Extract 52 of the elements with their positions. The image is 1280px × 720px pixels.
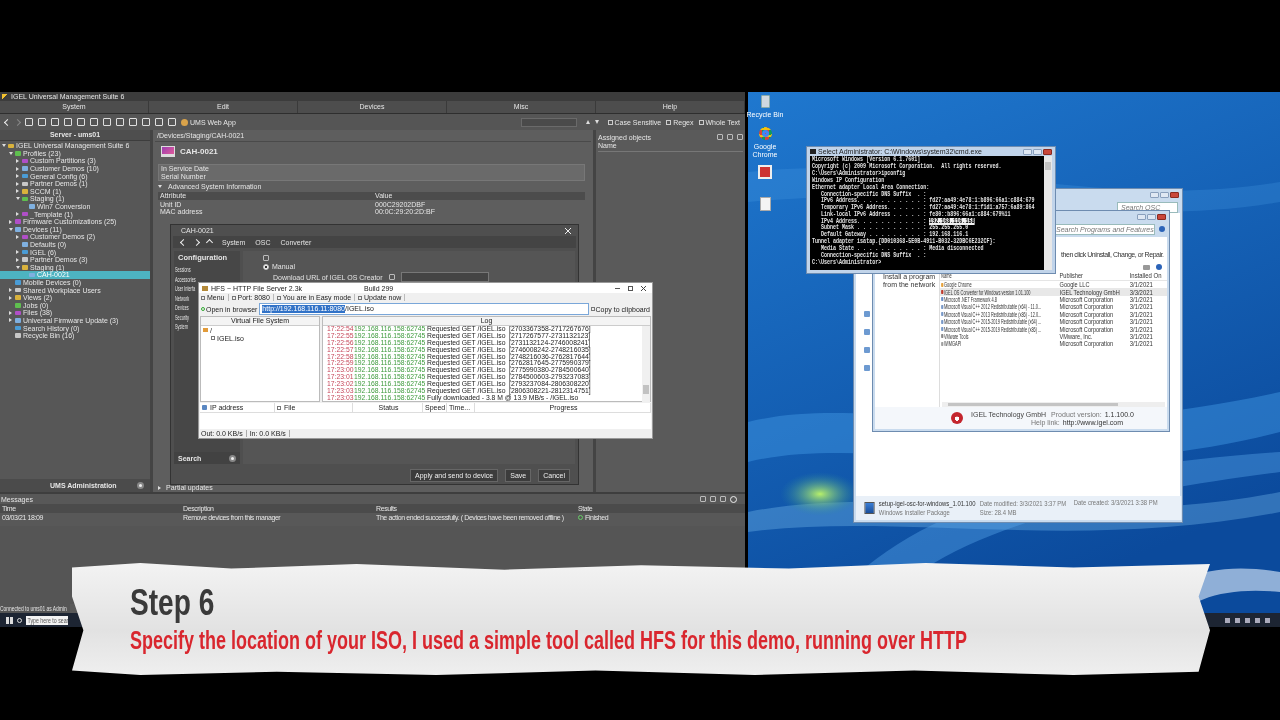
caption-title: Step 6	[130, 585, 215, 621]
expander-icon[interactable]	[16, 159, 19, 163]
bin-icon[interactable]	[760, 95, 770, 108]
scrollbar[interactable]	[642, 326, 650, 402]
maximize-icon[interactable]	[628, 285, 633, 291]
device-name: CAH-0021	[180, 147, 218, 156]
arrow-down-icon[interactable]	[594, 120, 599, 124]
checkbox-icon[interactable]	[698, 119, 704, 125]
expander-icon[interactable]	[16, 189, 19, 194]
arrow-up-icon[interactable]	[585, 120, 590, 124]
expander-icon[interactable]	[9, 288, 12, 293]
expander-icon[interactable]	[16, 234, 19, 239]
hand-logo-icon	[951, 412, 963, 424]
checkbox-icon[interactable]	[666, 119, 672, 125]
help-icon[interactable]	[1159, 226, 1165, 232]
expander-icon[interactable]	[16, 257, 19, 262]
expander-icon[interactable]	[16, 265, 20, 269]
document-icon[interactable]	[759, 197, 771, 211]
input-field[interactable]	[400, 272, 489, 282]
expander-icon[interactable]	[16, 181, 19, 186]
expander-icon[interactable]	[16, 250, 19, 255]
expander-icon[interactable]	[16, 174, 19, 179]
help-icon[interactable]	[1156, 264, 1162, 270]
minimize-icon[interactable]	[615, 287, 620, 289]
dropdown-icon[interactable]	[137, 482, 144, 489]
expander-icon[interactable]	[9, 227, 13, 231]
search-field[interactable]	[520, 117, 577, 127]
checkbox-icon[interactable]	[607, 119, 613, 125]
expander-icon[interactable]	[9, 219, 12, 224]
installer-icon	[864, 502, 875, 514]
expander-icon[interactable]	[16, 166, 19, 171]
expander-icon[interactable]	[2, 144, 6, 148]
radio-icon[interactable]	[263, 263, 269, 270]
globe-icon	[181, 118, 188, 126]
app-logo-icon	[2, 94, 8, 99]
caption-text: Specify the location of your ISO, I used a simple tool called HFS for this demo, running over HTTP	[130, 626, 968, 654]
collapse-icon[interactable]	[158, 185, 162, 188]
monitor-icon	[161, 146, 175, 157]
app-logo-icon	[202, 285, 208, 291]
expander-icon[interactable]	[9, 318, 12, 323]
expander-icon[interactable]	[9, 295, 12, 300]
expander-icon[interactable]	[9, 151, 13, 155]
dropdown-icon[interactable]	[229, 454, 236, 462]
expand-icon[interactable]	[158, 485, 161, 490]
expander-icon[interactable]	[9, 310, 12, 315]
console-icon	[810, 149, 816, 154]
app-icon[interactable]	[758, 165, 772, 179]
windows-logo-icon[interactable]	[6, 616, 13, 624]
expander-icon[interactable]	[16, 212, 19, 217]
expander-icon[interactable]	[16, 197, 20, 201]
scrollbar[interactable]	[1044, 156, 1052, 270]
scrollbar[interactable]	[941, 402, 1165, 407]
